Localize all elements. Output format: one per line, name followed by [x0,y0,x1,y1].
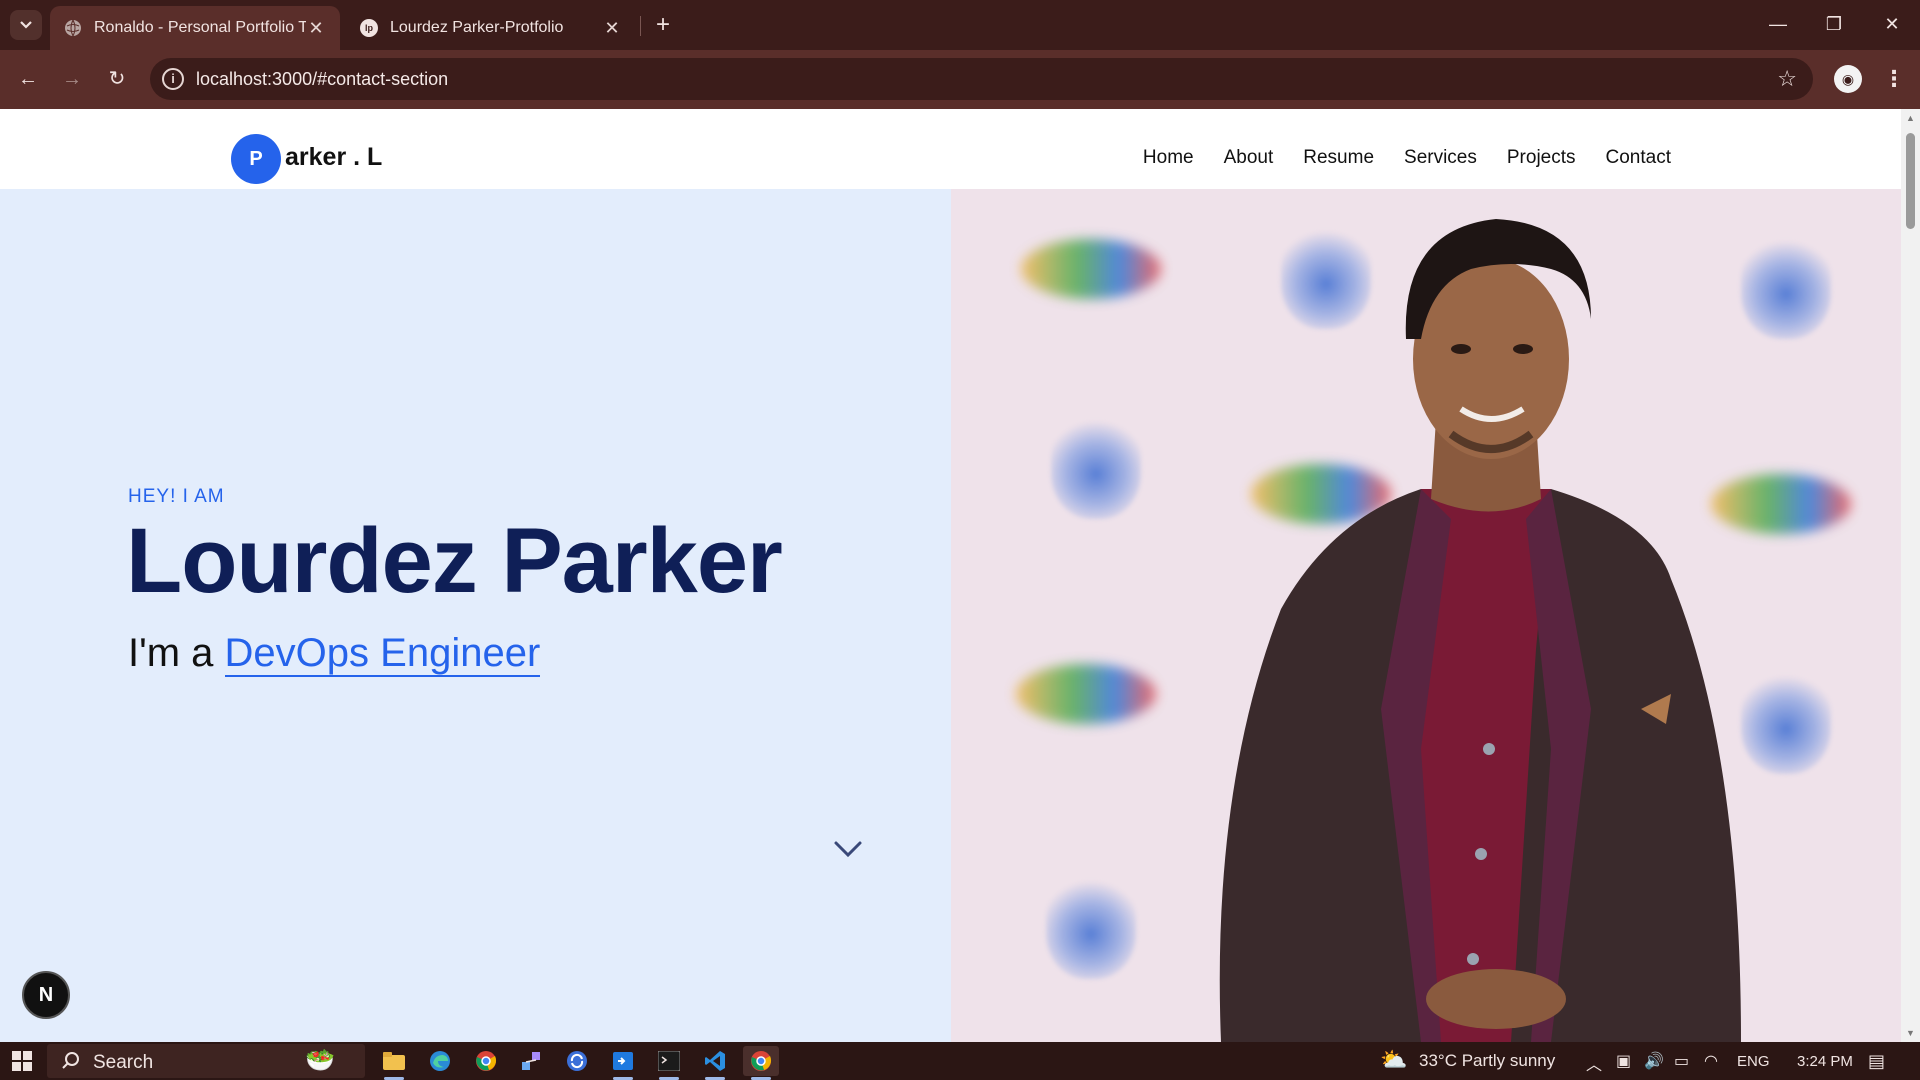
clock[interactable]: 3:24 PM [1797,1053,1853,1070]
globe-icon [64,19,82,37]
scrollbar-thumb[interactable] [1906,133,1915,229]
site-header: P arker . L Home About Resume Services P… [0,109,1901,189]
logo-text[interactable]: arker . L [285,143,382,172]
terminal-icon[interactable] [651,1046,687,1080]
profile-photo [1219,219,1741,1042]
bookmark-star-icon[interactable]: ☆ [1777,66,1797,92]
logo-badge[interactable]: P [231,134,281,184]
chevron-up-icon[interactable]: ︿ [1586,1051,1602,1075]
more-menu-icon[interactable]: ⋮ [1880,63,1908,95]
main-nav: Home About Resume Services Projects Cont… [1143,147,1671,169]
hero-intro: HEY! I AM Lourdez Parker I'm a DevOps En… [0,189,951,1042]
tab-title: Ronaldo - Personal Portfolio Ter [94,19,306,36]
search-label: Search [93,1052,154,1073]
minimize-icon[interactable]: — [1758,8,1798,40]
nav-about[interactable]: About [1224,147,1274,169]
scroll-up-icon[interactable]: ▲ [1905,113,1916,123]
restore-icon[interactable]: ❐ [1814,8,1854,40]
hero-role-typed: DevOps Engineer [224,631,541,677]
device-icon[interactable]: ▣ [1616,1051,1631,1071]
nav-resume[interactable]: Resume [1303,147,1374,169]
tab-ronaldo-portfolio[interactable]: Ronaldo - Personal Portfolio Ter ✕ [50,6,340,50]
notifications-icon[interactable]: ▤ [1868,1051,1885,1072]
site-info-icon[interactable]: i [162,68,184,90]
back-arrow-icon[interactable]: ← [12,63,44,95]
nav-projects[interactable]: Projects [1507,147,1576,169]
taskbar-search[interactable]: Search 🥗 [47,1044,365,1078]
tab-title: Lourdez Parker-Protfolio [390,19,564,36]
search-highlight-icon: 🥗 [305,1047,335,1074]
hero-eyebrow: HEY! I AM [128,486,225,507]
sync-app-icon[interactable] [559,1046,595,1076]
close-tab-icon[interactable]: ✕ [602,18,622,39]
page-scrollbar[interactable]: ▲ ▼ [1901,109,1920,1042]
taskbar: Search 🥗 ⛅ 33°C Partly sunny ︿ ▣ 🔊 ▭ ◠ E… [0,1042,1920,1080]
chrome-icon[interactable] [468,1046,504,1076]
close-tab-icon[interactable]: ✕ [306,18,326,39]
lp-logo-icon: lp [360,19,378,37]
nav-contact[interactable]: Contact [1606,147,1671,169]
nextjs-dev-badge[interactable]: N [22,971,70,1019]
vscode-icon[interactable] [697,1046,733,1080]
nav-home[interactable]: Home [1143,147,1194,169]
wifi-icon[interactable]: ◠ [1704,1051,1718,1071]
network-tool-icon[interactable] [513,1046,549,1076]
file-explorer-icon[interactable] [376,1046,412,1080]
speaker-icon[interactable]: 🔊 [1644,1051,1664,1071]
new-tab-button[interactable]: + [650,12,676,38]
close-window-icon[interactable]: ✕ [1872,8,1912,40]
language-indicator[interactable]: ENG [1737,1053,1770,1070]
tab-lourdez-parker-portfolio[interactable]: lp Lourdez Parker-Protfolio ✕ [346,6,636,50]
windows-start-icon[interactable] [12,1051,32,1071]
tab-separator [640,16,641,36]
battery-icon[interactable]: ▭ [1674,1051,1689,1071]
chrome-active-icon[interactable] [743,1046,779,1080]
chevron-down-icon [20,21,32,29]
remote-desktop-icon[interactable] [605,1046,641,1080]
page-viewport: P arker . L Home About Resume Services P… [0,109,1920,1042]
profile-avatar-icon[interactable]: ◉ [1834,65,1862,93]
hero-role: I'm a DevOps Engineer [128,631,541,677]
scroll-down-icon[interactable]: ▼ [1905,1028,1916,1038]
hero-role-prefix: I'm a [128,631,225,675]
browser-tab-bar: Ronaldo - Personal Portfolio Ter ✕ lp Lo… [0,0,1920,50]
address-bar[interactable]: i localhost:3000/#contact-section ☆ [150,58,1813,100]
nav-services[interactable]: Services [1404,147,1477,169]
weather-text[interactable]: 33°C Partly sunny [1419,1051,1555,1071]
edge-browser-icon[interactable] [422,1046,458,1076]
browser-toolbar: ← → ↻ i localhost:3000/#contact-section … [0,50,1920,109]
hero-name: Lourdez Parker [126,510,783,612]
forward-arrow-icon[interactable]: → [56,63,88,95]
hero-photo [951,189,1901,1042]
weather-partly-sunny-icon[interactable]: ⛅ [1380,1047,1407,1073]
url-text[interactable]: localhost:3000/#contact-section [196,69,448,90]
chevron-down-icon[interactable] [830,834,866,864]
search-icon [62,1052,79,1069]
reload-icon[interactable]: ↻ [101,63,133,95]
tab-search-button[interactable] [10,10,42,40]
